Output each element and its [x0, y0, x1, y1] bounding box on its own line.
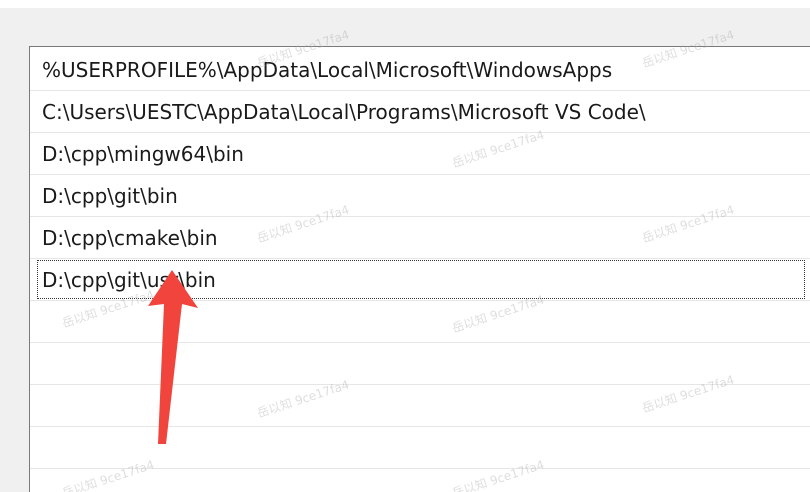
list-item[interactable]: C:\Users\UESTC\AppData\Local\Programs\Mi… — [30, 91, 810, 133]
list-item[interactable]: D:\cpp\cmake\bin — [30, 217, 810, 259]
list-item[interactable]: D:\cpp\git\bin — [30, 175, 810, 217]
window-top-strip — [0, 0, 810, 8]
list-item-label: D:\cpp\mingw64\bin — [42, 142, 244, 166]
red-arrow-annotation — [148, 270, 198, 444]
list-item-label: D:\cpp\cmake\bin — [42, 226, 218, 250]
list-item[interactable]: %USERPROFILE%\AppData\Local\Microsoft\Wi… — [30, 49, 810, 91]
list-item[interactable]: D:\cpp\mingw64\bin — [30, 133, 810, 175]
arrow-icon — [148, 270, 198, 444]
list-item-label: D:\cpp\git\bin — [42, 184, 178, 208]
list-item-label: C:\Users\UESTC\AppData\Local\Programs\Mi… — [42, 100, 646, 124]
list-item-label: %USERPROFILE%\AppData\Local\Microsoft\Wi… — [42, 58, 613, 82]
